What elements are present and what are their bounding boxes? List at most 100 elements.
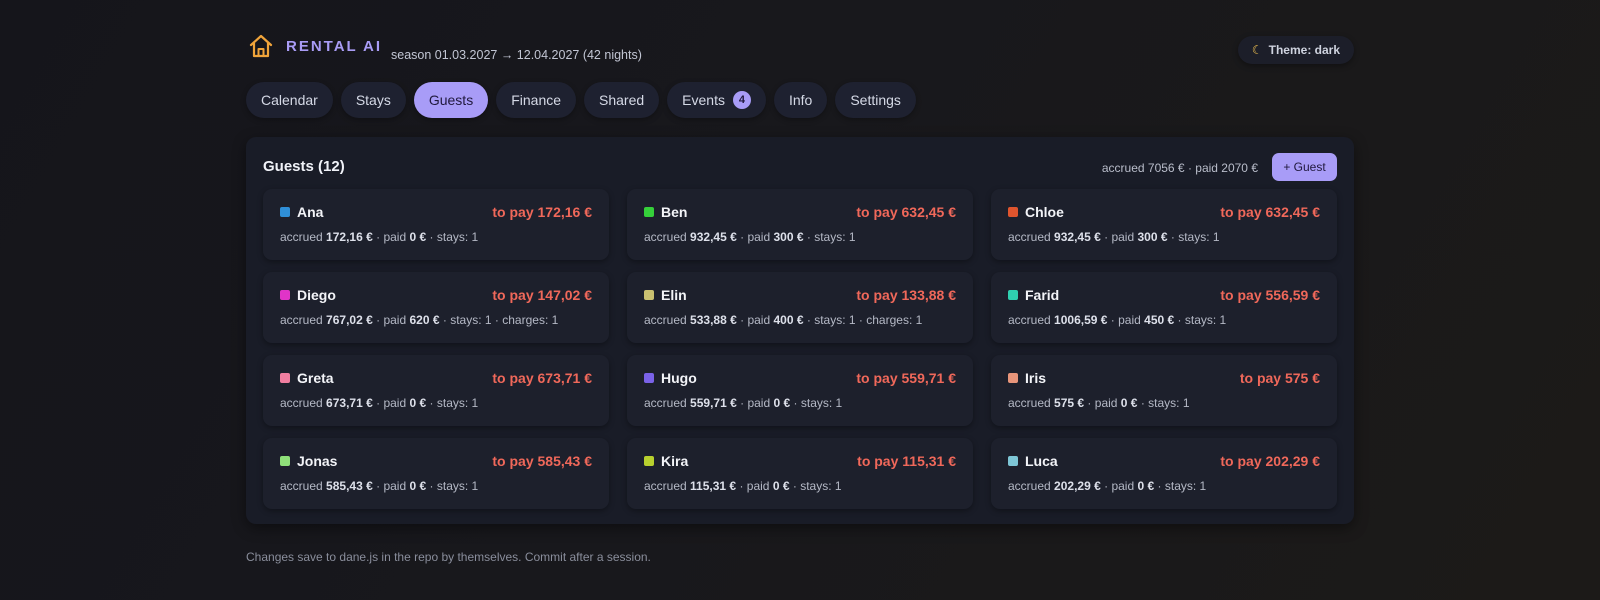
- guest-color-swatch: [280, 373, 290, 383]
- separator: ·: [442, 313, 447, 327]
- guest-meta: accrued 559,71 € · paid 0 € · stays: 1: [644, 396, 842, 410]
- guest-accrued: 115,31 €: [690, 479, 737, 493]
- guest-stays: stays: 1: [814, 230, 856, 244]
- separator: ·: [429, 396, 434, 410]
- app-header: RENTAL AI season 01.03.2027 → 12.04.2027…: [246, 32, 1354, 72]
- guest-card[interactable]: Jonas to pay 585,43 € accrued 585,43 € · p…: [263, 438, 609, 509]
- accrued-label: accrued: [280, 230, 323, 244]
- guest-card[interactable]: Elin to pay 133,88 € accrued 533,88 € · pa…: [627, 272, 973, 343]
- tab-guests[interactable]: Guests: [413, 82, 489, 118]
- separator: ·: [376, 313, 381, 327]
- guest-stays: stays: 1: [814, 313, 856, 327]
- guest-stays: stays: 1: [1178, 230, 1220, 244]
- guest-name: Kira: [661, 453, 689, 469]
- tab-shared[interactable]: Shared: [584, 82, 660, 118]
- home-icon: [249, 34, 273, 58]
- paid-label: paid: [1094, 396, 1118, 410]
- guest-color-swatch: [644, 290, 654, 300]
- guest-card[interactable]: Luca to pay 202,29 € accrued 202,29 € · pa…: [991, 438, 1337, 509]
- guest-stays: stays: 1: [1148, 396, 1190, 410]
- guest-stays: stays: 1: [800, 479, 842, 493]
- guest-color-swatch: [280, 456, 290, 466]
- guest-to-pay: to pay 632,45 €: [856, 204, 956, 220]
- guest-to-pay: to pay 133,88 €: [856, 287, 956, 303]
- guest-to-pay: to pay 172,16 €: [492, 204, 592, 220]
- paid-label: paid: [383, 313, 407, 327]
- guest-accrued: 172,16 €: [326, 230, 373, 244]
- paid-label: paid: [747, 313, 771, 327]
- separator: ·: [1110, 313, 1115, 327]
- moon-icon: ☾: [1251, 43, 1263, 57]
- guest-color-swatch: [280, 207, 290, 217]
- tab-label: Stays: [355, 92, 391, 108]
- guest-card[interactable]: Kira to pay 115,31 € accrued 115,31 € · pa…: [627, 438, 973, 509]
- separator: ·: [792, 479, 797, 493]
- separator: ·: [494, 313, 499, 327]
- guest-card[interactable]: Hugo to pay 559,71 € accrued 559,71 € · pa…: [627, 355, 973, 426]
- guest-meta: accrued 767,02 € · paid 620 € · stays: 1…: [280, 313, 558, 327]
- guest-accrued: 673,71 €: [326, 396, 373, 410]
- separator: ·: [740, 313, 745, 327]
- guest-color-swatch: [644, 207, 654, 217]
- guest-accrued: 1006,59 €: [1054, 313, 1108, 327]
- events-count-badge: 4: [732, 91, 751, 109]
- guest-card[interactable]: Ben to pay 632,45 € accrued 932,45 € · pai…: [627, 189, 973, 260]
- add-guest-button[interactable]: + Guest: [1272, 153, 1337, 181]
- guest-card[interactable]: Greta to pay 673,71 € accrued 673,71 € · p…: [263, 355, 609, 426]
- guest-stays: stays: 1: [436, 230, 479, 244]
- tab-finance[interactable]: Finance: [496, 82, 577, 118]
- separator: ·: [806, 313, 811, 327]
- guest-accrued: 767,02 €: [326, 313, 373, 327]
- accrued-label: accrued: [644, 230, 687, 244]
- guest-paid: 620 €: [409, 313, 440, 327]
- tab-label: Guests: [428, 92, 474, 108]
- guest-to-pay: to pay 575 €: [1239, 370, 1320, 386]
- guest-accrued: 202,29 €: [1054, 479, 1101, 493]
- guest-card[interactable]: Ana to pay 172,16 € accrued 172,16 € · pai…: [263, 189, 609, 260]
- guest-meta: accrued 673,71 € · paid 0 € · stays: 1: [280, 396, 478, 410]
- guest-charges: charges: 1: [866, 313, 923, 327]
- guest-card[interactable]: Chloe to pay 632,45 € accrued 932,45 € · p…: [991, 189, 1337, 260]
- guest-color-swatch: [1008, 290, 1018, 300]
- app-title: RENTAL AI: [286, 38, 383, 55]
- guest-paid: 300 €: [1137, 230, 1168, 244]
- accrued-label: accrued: [644, 396, 687, 410]
- tab-events[interactable]: Events 4: [667, 82, 766, 118]
- guest-paid: 0 €: [772, 479, 790, 493]
- guest-paid: 300 €: [773, 230, 804, 244]
- guest-meta: accrued 932,45 € · paid 300 € · stays: 1: [644, 230, 856, 244]
- guest-stays: stays: 1: [450, 313, 492, 327]
- separator: ·: [806, 230, 811, 244]
- theme-toggle-button[interactable]: ☾ Theme: dark: [1237, 36, 1354, 64]
- guest-name: Farid: [1025, 287, 1060, 303]
- tab-stays[interactable]: Stays: [340, 82, 406, 118]
- paid-label: paid: [383, 230, 407, 244]
- accrued-label: accrued: [1008, 230, 1051, 244]
- separator: ·: [1170, 230, 1175, 244]
- separator: ·: [1157, 479, 1162, 493]
- guest-name: Luca: [1025, 453, 1058, 469]
- separator: ·: [1104, 230, 1109, 244]
- tab-calendar[interactable]: Calendar: [246, 82, 333, 118]
- separator: ·: [739, 479, 744, 493]
- guest-to-pay: to pay 585,43 €: [492, 453, 592, 469]
- guest-charges: charges: 1: [502, 313, 559, 327]
- tab-label: Finance: [511, 92, 562, 108]
- guest-card[interactable]: Diego to pay 147,02 € accrued 767,02 € · p…: [263, 272, 609, 343]
- guest-card[interactable]: Iris to pay 575 € accrued 575 € · paid 0 €…: [991, 355, 1337, 426]
- guest-card[interactable]: Farid to pay 556,59 € accrued 1006,59 € · …: [991, 272, 1337, 343]
- paid-label: paid: [747, 396, 771, 410]
- guest-meta: accrued 932,45 € · paid 300 € · stays: 1: [1008, 230, 1220, 244]
- accrued-label: accrued: [1008, 396, 1051, 410]
- accrued-label: accrued: [1008, 313, 1051, 327]
- paid-label: paid: [1111, 230, 1135, 244]
- season-range: season 01.03.2027 → 12.04.2027 (42 night…: [391, 48, 642, 62]
- paid-label: paid: [383, 396, 407, 410]
- guest-color-swatch: [280, 290, 290, 300]
- tab-settings[interactable]: Settings: [835, 82, 916, 118]
- tab-label: Calendar: [261, 92, 318, 108]
- tab-info[interactable]: Info: [773, 82, 828, 118]
- guest-name: Ana: [297, 204, 324, 220]
- paid-label: paid: [1118, 313, 1141, 327]
- separator: ·: [1140, 396, 1145, 410]
